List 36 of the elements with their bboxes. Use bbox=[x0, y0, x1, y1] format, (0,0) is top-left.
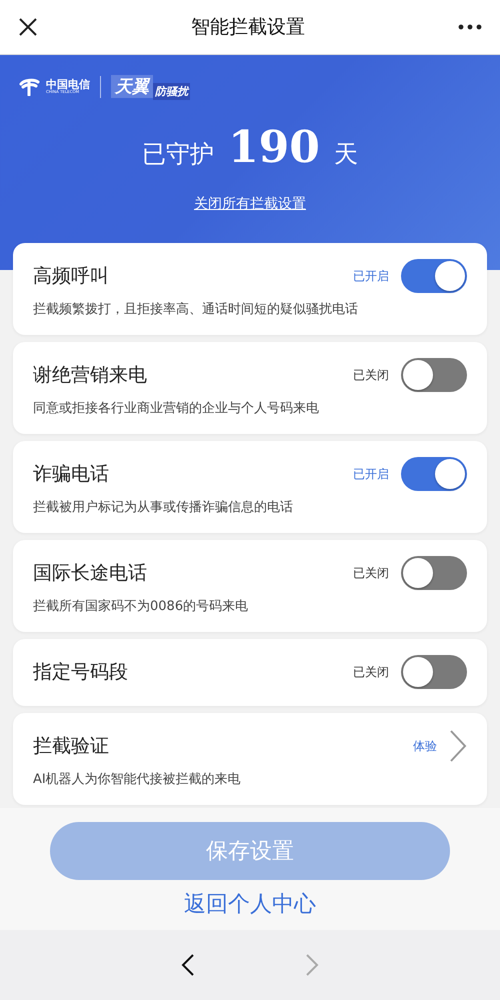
close-all-link[interactable]: 关闭所有拦截设置 bbox=[194, 195, 306, 213]
toggle-switch[interactable] bbox=[401, 655, 467, 689]
status-label: 已关闭 bbox=[353, 664, 389, 680]
setting-description: AI机器人为你智能代接被拦截的来电 bbox=[33, 771, 242, 788]
days-unit: 天 bbox=[334, 139, 358, 170]
page-title: 智能拦截设置 bbox=[191, 15, 305, 40]
logo-icon bbox=[18, 78, 40, 96]
status-label: 已开启 bbox=[353, 466, 389, 482]
toggle-switch[interactable] bbox=[401, 259, 467, 293]
setting-title: 谢绝营销来电 bbox=[33, 363, 147, 388]
product-name: 天翼 bbox=[111, 75, 153, 98]
toggle-switch[interactable] bbox=[401, 556, 467, 590]
toggle-switch[interactable] bbox=[401, 358, 467, 392]
setting-description: 拦截所有国家码不为0086的号码来电 bbox=[33, 598, 250, 615]
brand-name: 中国电信 bbox=[46, 79, 90, 90]
setting-title: 国际长途电话 bbox=[33, 561, 147, 586]
setting-title: 高频呼叫 bbox=[33, 264, 109, 289]
status-label: 已关闭 bbox=[353, 564, 389, 582]
status-label: 体验 bbox=[413, 738, 437, 754]
more-icon[interactable] bbox=[458, 24, 482, 30]
status-label: 已开启 bbox=[353, 268, 389, 284]
setting-description: 同意或拒接各行业商业营销的企业与个人号码来电 bbox=[33, 400, 320, 417]
product-tag: 防骚扰 bbox=[153, 83, 190, 100]
setting-title: 诈骗电话 bbox=[33, 462, 109, 487]
setting-title: 拦截验证 bbox=[33, 734, 109, 759]
setting-description: 拦截频繁拨打，且拒接率高、通话时间短的疑似骚扰电话 bbox=[33, 301, 359, 318]
close-icon[interactable] bbox=[18, 17, 38, 37]
status-label: 已关闭 bbox=[353, 366, 389, 384]
setting-description: 拦截被用户标记为从事或传播诈骗信息的电话 bbox=[33, 499, 294, 516]
guard-label: 已守护 bbox=[142, 139, 214, 170]
setting-title: 指定号码段 bbox=[33, 660, 128, 685]
toggle-switch[interactable] bbox=[401, 457, 467, 491]
chevron-right-icon[interactable] bbox=[449, 729, 467, 763]
back-icon[interactable] bbox=[181, 953, 195, 977]
guard-days: 190 bbox=[228, 122, 320, 173]
back-link[interactable]: 返回个人中心 bbox=[184, 889, 316, 919]
